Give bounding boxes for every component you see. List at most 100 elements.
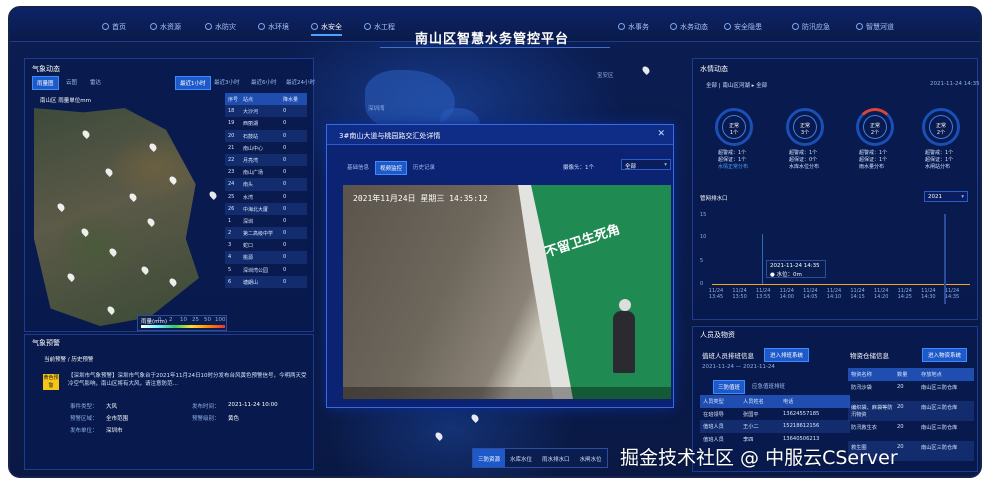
tab-rain-map[interactable]: 雨量图 bbox=[32, 76, 59, 90]
table-row[interactable]: 4 桃源 0 bbox=[225, 251, 307, 264]
tab-radar[interactable]: 雷达 bbox=[86, 76, 105, 88]
x-tick: 11/24 14:05 bbox=[803, 288, 818, 300]
home-icon bbox=[102, 23, 109, 30]
gauge-text: 超警戒：1个 超保证：0个 水库水位分布 bbox=[789, 150, 820, 170]
table-row[interactable]: 编织袋、麻袋等防汛物资 20 南山区三防仓库 bbox=[848, 400, 974, 421]
field-label: 发布单位： bbox=[70, 428, 98, 434]
field-label: 预警级别： bbox=[192, 416, 220, 422]
x-tick: 11/24 14:30 bbox=[921, 288, 936, 300]
enter-material-system-button[interactable]: 进入物资系统 bbox=[922, 348, 968, 362]
nav-item-water-resource[interactable]: 水资源 bbox=[150, 22, 181, 32]
table-row[interactable]: 防汛沙袋 20 南山区三防仓库 bbox=[848, 381, 974, 401]
field-value: 2021-11-24 10:00 bbox=[228, 402, 278, 408]
table-row[interactable]: 20 石鼓站 0 bbox=[225, 129, 307, 142]
x-tick: 11/24 14:35 bbox=[944, 288, 960, 300]
dialog-title: 3#南山大道与桃园路交汇处详情 bbox=[339, 132, 441, 140]
table-row[interactable]: 24 南头 0 bbox=[225, 178, 307, 191]
gauge-sub: 3个 bbox=[800, 130, 810, 136]
nav-item-news[interactable]: 水务动态 bbox=[670, 22, 708, 32]
chart-tooltip: 2021-11-24 14:35 ● 水位：0m bbox=[766, 260, 826, 278]
video-controls[interactable] bbox=[343, 387, 671, 399]
table-row[interactable]: 3 蛇口 0 bbox=[225, 239, 307, 251]
table-row[interactable]: 18 大沙河 0 bbox=[225, 105, 307, 118]
table-row[interactable]: 6 塘朗山 0 bbox=[225, 275, 307, 288]
gear-icon bbox=[364, 23, 371, 30]
table-row[interactable]: 2 第二高级中学 0 bbox=[225, 227, 307, 240]
close-icon[interactable]: ✕ bbox=[657, 129, 665, 139]
video-timestamp: 2021年11月24日 星期三 14:35:12 bbox=[353, 194, 488, 203]
rain-station-table: 序号 站点 降水量 18 大沙河 0 19 西丽湖 0 20 石鼓站 0 21 南山中心 0 2… bbox=[225, 93, 307, 288]
table-row[interactable]: 1 深圳 0 bbox=[225, 215, 307, 227]
tab-24h[interactable]: 最近24小时 bbox=[282, 76, 319, 88]
water-level-line bbox=[712, 284, 970, 285]
table-row[interactable]: 25 水湾 0 bbox=[225, 191, 307, 203]
legend-value: 25 bbox=[192, 317, 199, 323]
tab-6h[interactable]: 最近6小时 bbox=[247, 76, 281, 88]
tab-history[interactable]: 历史记录 bbox=[409, 161, 439, 173]
page-title: 南山区智慧水务管控平台 bbox=[415, 32, 570, 47]
yellow-warning-icon: 黄色预警 bbox=[43, 374, 59, 390]
tab-layer-reservoir[interactable]: 水库水位 bbox=[505, 449, 537, 467]
year-select[interactable]: 2021 ▾ bbox=[924, 191, 968, 202]
material-title: 物资仓储信息 bbox=[850, 352, 889, 360]
tab-video[interactable]: 视频监控 bbox=[375, 161, 408, 175]
warning-title: 气象预警 bbox=[32, 339, 60, 347]
tab-3h[interactable]: 最近3小时 bbox=[210, 76, 244, 88]
scrollbar[interactable] bbox=[944, 214, 946, 304]
field-value: 全市范围 bbox=[106, 416, 129, 422]
nav-item-flood[interactable]: 水防灾 bbox=[205, 22, 236, 32]
tab-basic-info[interactable]: 基础信息 bbox=[343, 161, 373, 173]
tab-duty-emergency[interactable]: 应急值班排班 bbox=[748, 380, 789, 392]
tooltip-guide bbox=[762, 234, 763, 284]
tab-layer-gate[interactable]: 水闸水位 bbox=[575, 449, 607, 467]
gauge-ring: 正常 3个 bbox=[786, 108, 824, 146]
camera-count: 摄像头：1个 bbox=[563, 165, 594, 171]
warning-icon bbox=[724, 23, 731, 30]
enter-duty-system-button[interactable]: 进入排班系统 bbox=[764, 348, 810, 362]
safety-icon bbox=[311, 23, 318, 30]
nav-item-emergency[interactable]: 防汛应急 bbox=[792, 22, 830, 32]
table-row[interactable]: 19 西丽湖 0 bbox=[225, 117, 307, 129]
x-tick: 11/24 14:10 bbox=[826, 288, 842, 300]
nav-item-affairs[interactable]: 水事务 bbox=[618, 22, 649, 32]
water-breadcrumb[interactable]: 全部 | 南山区河湖 ▸ 全部 bbox=[706, 81, 767, 89]
watermark-text: 掘金技术社区 @ 中服云CServer bbox=[620, 447, 898, 469]
table-row[interactable]: 21 南山中心 0 bbox=[225, 142, 307, 154]
video-person-head bbox=[619, 299, 631, 311]
x-tick: 11/24 14:25 bbox=[897, 288, 912, 300]
table-header: 序号 站点 降水量 bbox=[225, 93, 307, 106]
x-tick: 11/24 14:20 bbox=[873, 288, 889, 300]
nav-item-home[interactable]: 首页 bbox=[102, 22, 126, 32]
warning-badge-text: 黄色预警 bbox=[43, 375, 59, 389]
doc-icon bbox=[618, 23, 625, 30]
table-row[interactable]: 在班领导 张国平 13624557185 bbox=[700, 408, 850, 421]
shield-icon bbox=[205, 23, 212, 30]
nav-item-safety[interactable]: 水安全 bbox=[311, 22, 342, 36]
camera-select[interactable]: 全部 ▾ bbox=[621, 159, 671, 170]
tab-1h[interactable]: 最近1小时 bbox=[175, 76, 211, 90]
nav-item-hazard[interactable]: 安全隐患 bbox=[724, 22, 762, 32]
camera-detail-dialog: 3#南山大道与桃园路交汇处详情 ✕ 基础信息 视频监控 历史记录 摄像头：1个 … bbox=[326, 124, 674, 408]
table-row[interactable]: 26 中海北大厦 0 bbox=[225, 202, 307, 215]
table-row[interactable]: 防汛救生衣 20 南山区三防仓库 bbox=[848, 421, 974, 441]
tab-layer-outlet[interactable]: 雨水排水口 bbox=[537, 449, 575, 467]
table-row[interactable]: 23 南山广场 0 bbox=[225, 166, 307, 178]
legend-value: 50 bbox=[204, 317, 211, 323]
nav-item-environment[interactable]: 水环境 bbox=[258, 22, 289, 32]
layer-tabs: 三防资源 水库水位 雨水排水口 水闸水位 bbox=[472, 448, 608, 468]
table-row[interactable]: 值班人员 王小二 15218612156 bbox=[700, 420, 850, 433]
table-header: 物资名称 数量 存放地点 bbox=[848, 368, 974, 381]
river-icon bbox=[856, 23, 863, 30]
video-feed[interactable]: 不留卫生死角 2021年11月24日 星期三 14:35:12 bbox=[343, 185, 671, 399]
x-tick: 11/24 14:15 bbox=[850, 288, 865, 300]
table-row[interactable]: 22 月亮湾 0 bbox=[225, 153, 307, 167]
tab-layer-resources[interactable]: 三防资源 bbox=[473, 449, 506, 467]
nav-item-river[interactable]: 智慧河道 bbox=[856, 22, 894, 32]
warning-subtabs[interactable]: 当前预警 / 历史预警 bbox=[44, 355, 93, 363]
tab-duty-3defense[interactable]: 三防值班 bbox=[713, 380, 746, 394]
water-title: 水情动态 bbox=[700, 65, 728, 73]
tab-cloud[interactable]: 云图 bbox=[62, 76, 81, 88]
table-row[interactable]: 5 深圳湾公园 0 bbox=[225, 264, 307, 276]
video-person bbox=[613, 311, 635, 373]
y-tick: 0 bbox=[700, 281, 704, 287]
